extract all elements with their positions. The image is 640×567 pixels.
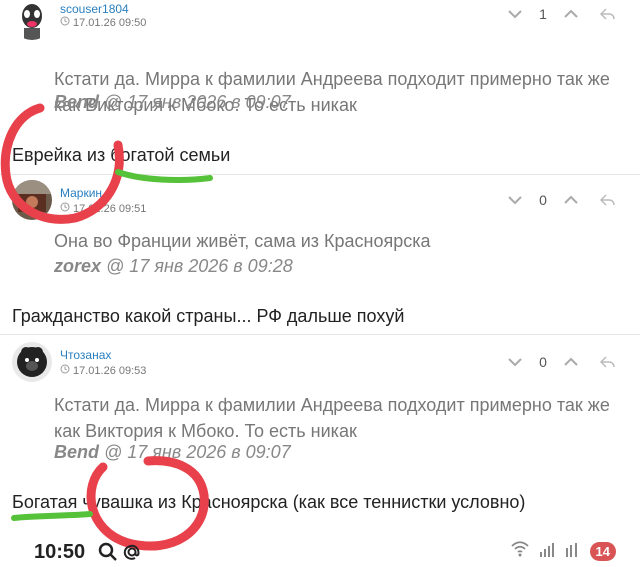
reply-button[interactable] [594, 190, 620, 210]
upvote-button[interactable] [558, 352, 584, 372]
clock-icon [60, 364, 70, 377]
downvote-button[interactable] [502, 4, 528, 24]
downvote-button[interactable] [502, 352, 528, 372]
signal-icon [538, 540, 556, 563]
username[interactable]: scouser1804 [60, 2, 129, 16]
vote-count: 1 [539, 6, 547, 22]
comment-actions: 1 [502, 4, 620, 24]
chevron-up-icon [564, 9, 578, 18]
divider [0, 334, 640, 335]
status-time: 10:50 [34, 541, 86, 563]
chevron-down-icon [508, 358, 522, 367]
quote-author-line: Bend @ 17 янв 2026 в 09:07 [54, 442, 291, 463]
timestamp: 17.01.26 09:53 [73, 364, 147, 377]
chevron-up-icon [564, 357, 578, 366]
upvote-button[interactable] [558, 4, 584, 24]
chevron-down-icon [508, 10, 522, 19]
quote-author[interactable]: Bend [54, 442, 99, 462]
reply-icon [599, 194, 615, 206]
timestamp: 17.01.26 09:51 [73, 202, 147, 215]
green-underline-marker [115, 169, 213, 183]
username[interactable]: Маркин [60, 186, 102, 200]
search-icon [98, 542, 118, 567]
wifi-icon [510, 540, 530, 563]
comment-text: Богатая чувашка из Красноярска (как все … [12, 492, 526, 512]
timestamp: 17.01.26 09:50 [73, 16, 147, 29]
quote-author-line: Bend @ 17 янв 2026 в 09:07 [54, 92, 291, 113]
avatar[interactable] [12, 180, 52, 220]
upvote-button[interactable] [558, 190, 584, 210]
reply-icon [599, 356, 615, 368]
reply-icon [599, 8, 615, 20]
downvote-button[interactable] [502, 190, 528, 210]
avatar[interactable] [12, 0, 52, 40]
signal-roaming-icon [564, 540, 582, 563]
username[interactable]: Чтозанах [60, 348, 111, 362]
quote-date: @ 17 янв 2026 в 09:07 [99, 442, 291, 462]
quote-text: Кстати да. Мирра к фамилии Андреева подх… [54, 395, 610, 441]
quote-author[interactable]: zorex [54, 256, 101, 276]
comment-text: Гражданство какой страны... РФ дальше по… [12, 306, 405, 326]
comment-meta: 17.01.26 09:50 [60, 16, 146, 29]
quote-date: @ 17 янв 2026 в 09:07 [99, 92, 291, 112]
quote-text: Она во Франции живёт, сама из Красноярск… [54, 231, 431, 251]
chevron-down-icon [508, 196, 522, 205]
comment-meta: 17.01.26 09:53 [60, 364, 146, 377]
status-bar: 10:50 14 [0, 534, 640, 566]
status-icons-right: 14 [510, 540, 616, 563]
avatar[interactable] [12, 342, 52, 382]
clock-icon [60, 16, 70, 29]
comment-actions: 0 [502, 190, 620, 210]
battery-level: 14 [589, 542, 616, 561]
reply-button[interactable] [594, 352, 620, 372]
quote-author-line: zorex @ 17 янв 2026 в 09:28 [54, 256, 293, 277]
comment-actions: 0 [502, 352, 620, 372]
comment-meta: 17.01.26 09:51 [60, 202, 146, 215]
vote-count: 0 [539, 192, 547, 208]
clock-icon [60, 202, 70, 215]
reply-button[interactable] [594, 4, 620, 24]
chevron-up-icon [564, 195, 578, 204]
quote-author[interactable]: Bend [54, 92, 99, 112]
status-icons-left [98, 542, 142, 567]
quote-date: @ 17 янв 2026 в 09:28 [101, 256, 293, 276]
vote-count: 0 [539, 354, 547, 370]
divider [0, 174, 640, 175]
at-icon [122, 542, 142, 567]
comment-text: Еврейка из богатой семьи [12, 145, 231, 165]
